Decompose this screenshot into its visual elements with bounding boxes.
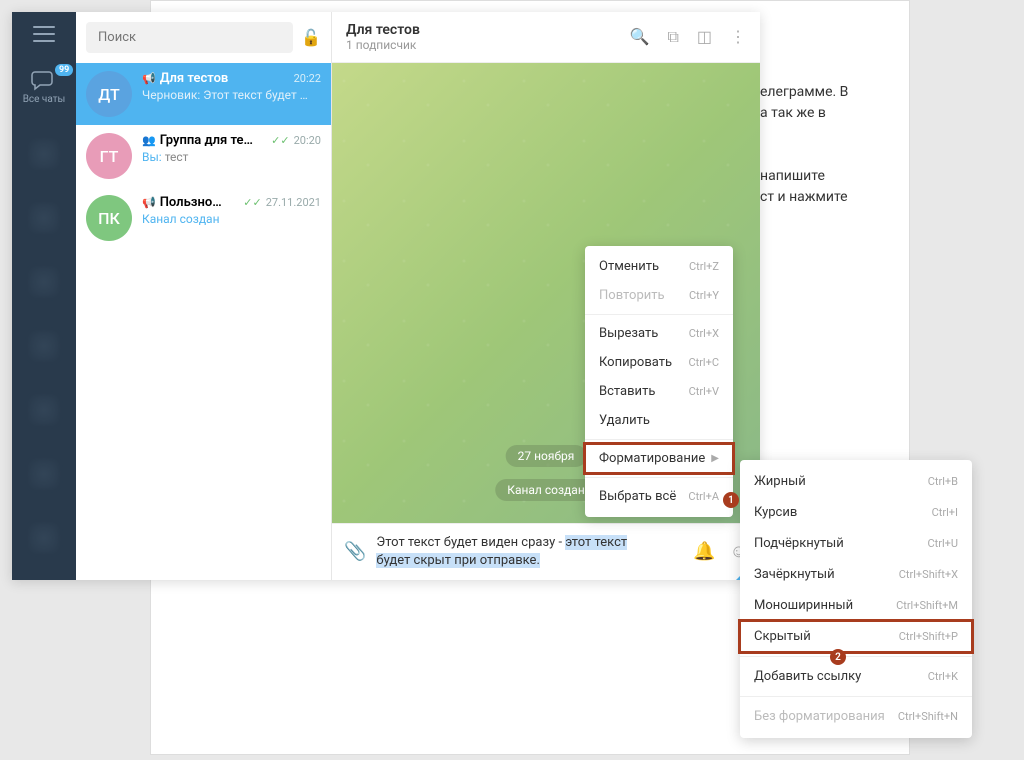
chat-name: Группа для те… — [160, 133, 267, 148]
mute-icon[interactable]: 🔔 — [693, 541, 715, 562]
menu-spoiler[interactable]: СкрытыйCtrl+Shift+P — [740, 621, 972, 652]
chat-preview: Вы: тест — [142, 150, 321, 164]
menu-underline[interactable]: ПодчёркнутыйCtrl+U — [740, 528, 972, 559]
context-menu: ОтменитьCtrl+Z ПовторитьCtrl+Y ВырезатьC… — [585, 246, 733, 517]
menu-clear-format: Без форматированияCtrl+Shift+N — [740, 701, 972, 732]
unread-badge: 99 — [55, 64, 73, 76]
menu-strike[interactable]: ЗачёркнутыйCtrl+Shift+X — [740, 559, 972, 590]
rail-item-blur — [29, 523, 59, 553]
rail-item-blur — [29, 267, 59, 297]
panel-icon[interactable]: ◫ — [697, 27, 712, 47]
read-checks-icon: ✓✓ — [271, 134, 289, 147]
chat-subtitle: 1 подписчик — [346, 38, 630, 52]
chat-preview: Канал создан — [142, 212, 321, 226]
all-chats-label: Все чаты — [23, 94, 66, 105]
chat-preview: Черновик: Этот текст будет … — [142, 88, 321, 102]
chats-icon — [31, 70, 57, 92]
menu-separator — [740, 656, 972, 657]
date-chip: 27 ноября — [506, 445, 587, 467]
channel-icon: 📢 — [142, 72, 156, 85]
all-chats-button[interactable]: 99 Все чаты — [23, 70, 66, 105]
service-message: Канал создан — [495, 479, 597, 501]
channel-icon: 📢 — [142, 196, 156, 209]
message-input-row: 📎 Этот текст будет виден сразу - этот те… — [332, 523, 760, 580]
group-icon: 👥 — [142, 134, 156, 147]
background-text: напишитест и нажмите — [760, 166, 848, 208]
chat-title[interactable]: Для тестов — [346, 22, 630, 38]
chat-time: 20:22 — [294, 72, 321, 85]
menu-separator — [585, 314, 733, 315]
menu-separator — [585, 439, 733, 440]
rail-item-blur — [29, 395, 59, 425]
menu-icon[interactable] — [33, 26, 55, 42]
menu-paste[interactable]: ВставитьCtrl+V — [585, 377, 733, 406]
menu-add-link[interactable]: Добавить ссылкуCtrl+K — [740, 661, 972, 692]
chat-item[interactable]: ДТ 📢 Для тестов 20:22 Черновик: Этот тек… — [76, 63, 331, 125]
menu-separator — [740, 696, 972, 697]
callout-badge: 2 — [830, 649, 846, 665]
chevron-right-icon: ▶ — [711, 453, 719, 464]
rail-item-blur — [29, 331, 59, 361]
read-checks-icon: ✓✓ — [243, 196, 261, 209]
chat-list: 🔓 ДТ 📢 Для тестов 20:22 Черновик: Этот т… — [76, 12, 332, 580]
menu-separator — [585, 477, 733, 478]
format-submenu: ЖирныйCtrl+B КурсивCtrl+I ПодчёркнутыйCt… — [740, 460, 972, 738]
chat-name: Пользно… — [160, 195, 240, 210]
lock-open-icon[interactable]: 🔓 — [301, 28, 321, 47]
chat-header: Для тестов 1 подписчик 🔍 ⧉ ◫ ⋮ — [332, 12, 760, 63]
stream-icon[interactable]: ⧉ — [667, 27, 678, 47]
chat-item[interactable]: ПК 📢 Пользно… ✓✓ 27.11.2021 Канал создан — [76, 187, 331, 249]
avatar: ПК — [86, 195, 132, 241]
menu-copy[interactable]: КопироватьCtrl+C — [585, 348, 733, 377]
menu-undo[interactable]: ОтменитьCtrl+Z — [585, 252, 733, 281]
search-row: 🔓 — [76, 12, 331, 63]
nav-rail: 99 Все чаты — [12, 12, 76, 580]
menu-italic[interactable]: КурсивCtrl+I — [740, 497, 972, 528]
menu-select-all[interactable]: Выбрать всёCtrl+A — [585, 482, 733, 511]
chat-time: 20:20 — [294, 134, 321, 147]
menu-formatting[interactable]: Форматирование▶ — [585, 444, 733, 473]
chat-item[interactable]: ГТ 👥 Группа для те… ✓✓ 20:20 Вы: тест — [76, 125, 331, 187]
menu-delete[interactable]: Удалить — [585, 406, 733, 435]
menu-redo: ПовторитьCtrl+Y — [585, 281, 733, 310]
message-input[interactable]: Этот текст будет виден сразу - этот текс… — [376, 534, 683, 570]
rail-item-blur — [29, 203, 59, 233]
avatar: ДТ — [86, 71, 132, 117]
search-input[interactable] — [86, 22, 293, 53]
avatar: ГТ — [86, 133, 132, 179]
attach-icon[interactable]: 📎 — [344, 541, 366, 562]
chat-time: 27.11.2021 — [266, 196, 321, 209]
chat-name: Для тестов — [160, 71, 290, 86]
search-icon[interactable]: 🔍 — [630, 27, 650, 47]
callout-badge: 1 — [723, 492, 739, 508]
menu-bold[interactable]: ЖирныйCtrl+B — [740, 466, 972, 497]
rail-item-blur — [29, 459, 59, 489]
menu-cut[interactable]: ВырезатьCtrl+X — [585, 319, 733, 348]
menu-mono[interactable]: МоноширинныйCtrl+Shift+M — [740, 590, 972, 621]
more-icon[interactable]: ⋮ — [730, 27, 746, 47]
background-text: елеграмме. Ва так же в — [760, 82, 848, 124]
rail-item-blur — [29, 139, 59, 169]
